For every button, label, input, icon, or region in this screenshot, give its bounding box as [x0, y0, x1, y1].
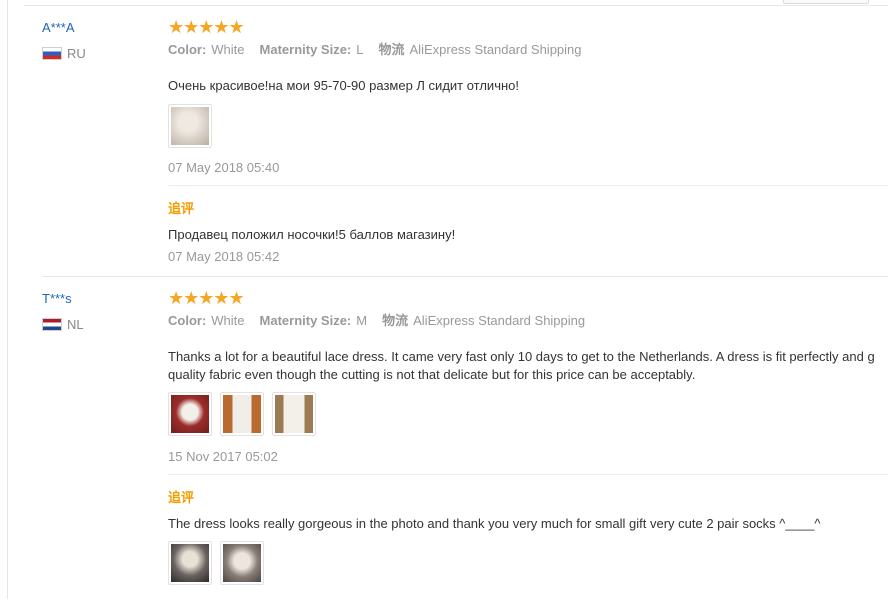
followup-label: 追评	[168, 201, 195, 216]
star-rating: ★★★★★	[168, 17, 245, 37]
color-label: Color:	[168, 313, 207, 328]
shipping-label: 物流	[382, 313, 409, 328]
size-label: Maternity Size:	[259, 42, 352, 57]
photo-image	[171, 107, 209, 145]
photo-image	[171, 544, 209, 582]
reviewer-name[interactable]: T***s	[42, 291, 152, 307]
review-image-thumbnail[interactable]	[168, 392, 212, 436]
color-value: White	[211, 313, 245, 328]
review-text-line-1: Thanks a lot for a beautiful lace dress.…	[168, 349, 875, 364]
review-text: Очень красивое!на мои 95-70-90 размер Л …	[168, 78, 519, 93]
followup-image-thumbnail[interactable]	[220, 541, 264, 585]
country-code: RU	[67, 46, 86, 61]
photo-image	[223, 544, 261, 582]
flag-icon	[42, 318, 62, 331]
reviewer-info: A***A RU	[42, 20, 152, 61]
star-rating: ★★★★★	[168, 288, 245, 308]
photo-image	[275, 395, 313, 433]
photo-image	[223, 395, 261, 433]
followup-label: 追评	[168, 490, 195, 505]
order-info: Color: White Maternity Size: M 物流 AliExpress …	[168, 312, 585, 330]
followup-divider	[168, 474, 888, 475]
page-left-border	[7, 0, 8, 599]
reviewer-country: NL	[42, 317, 152, 332]
review-date: 07 May 2018 05:40	[168, 160, 280, 175]
review-item: A***A RU ★★★★★ Color: White Maternity Size…	[42, 6, 888, 277]
followup-images	[168, 541, 264, 585]
color-value: White	[211, 42, 245, 57]
photo-image	[171, 395, 209, 433]
review-image-thumbnail[interactable]	[220, 392, 264, 436]
country-code: NL	[67, 317, 84, 332]
reviewer-name[interactable]: A***A	[42, 20, 152, 36]
followup-text: Продавец положил носочки!5 баллов магази…	[168, 227, 456, 242]
review-images	[168, 392, 316, 436]
color-label: Color:	[168, 42, 207, 57]
pagination-button-partial[interactable]	[783, 0, 869, 4]
review-image-thumbnail[interactable]	[168, 104, 212, 148]
flag-icon	[42, 47, 62, 60]
review-images	[168, 104, 212, 148]
followup-text: The dress looks really gorgeous in the p…	[168, 516, 821, 531]
shipping-value: AliExpress Standard Shipping	[413, 313, 586, 328]
review-date: 15 Nov 2017 05:02	[168, 449, 278, 464]
reviewer-info: T***s NL	[42, 291, 152, 332]
shipping-value: AliExpress Standard Shipping	[409, 42, 582, 57]
followup-image-thumbnail[interactable]	[168, 541, 212, 585]
review-item: T***s NL ★★★★★ Color: White Maternity Size…	[42, 277, 888, 607]
reviewer-country: RU	[42, 46, 152, 61]
size-value: L	[356, 42, 364, 57]
followup-divider	[168, 185, 888, 186]
order-info: Color: White Maternity Size: L 物流 AliExpress …	[168, 41, 582, 59]
shipping-label: 物流	[378, 42, 405, 57]
review-image-thumbnail[interactable]	[272, 392, 316, 436]
size-value: M	[356, 313, 368, 328]
review-text-line-2: quality fabric even though the cutting i…	[168, 367, 696, 382]
followup-date: 07 May 2018 05:42	[168, 249, 280, 264]
size-label: Maternity Size:	[259, 313, 352, 328]
